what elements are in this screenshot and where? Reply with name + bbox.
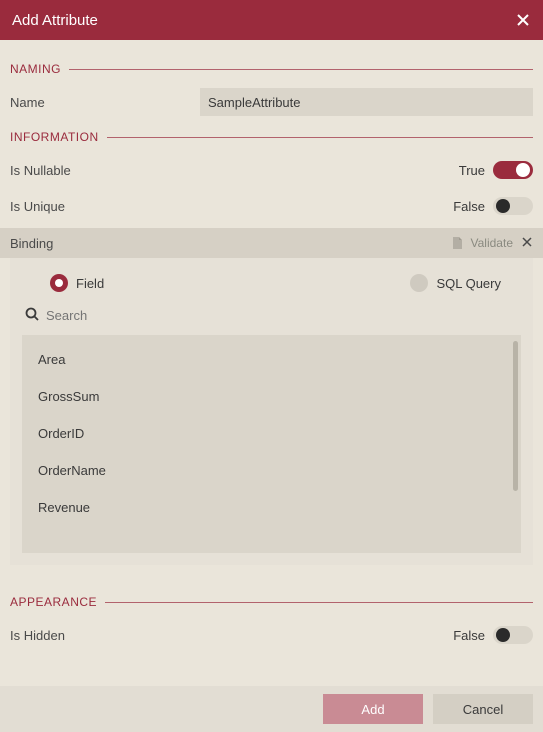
- name-label: Name: [10, 95, 200, 110]
- is-nullable-label: Is Nullable: [10, 163, 200, 178]
- radio-field[interactable]: Field: [50, 274, 104, 292]
- scrollbar[interactable]: [513, 341, 518, 491]
- document-icon: [451, 236, 463, 250]
- cancel-button[interactable]: Cancel: [433, 694, 533, 724]
- section-appearance: APPEARANCE: [10, 595, 533, 609]
- list-item[interactable]: GrossSum: [22, 378, 521, 415]
- radio-selected-icon: [50, 274, 68, 292]
- binding-close-icon[interactable]: [521, 236, 533, 251]
- name-input[interactable]: [200, 88, 533, 116]
- binding-header: Binding Validate: [0, 228, 543, 258]
- list-item[interactable]: Area: [22, 341, 521, 378]
- divider: [107, 137, 533, 138]
- is-unique-toggle[interactable]: [493, 197, 533, 215]
- section-naming: NAMING: [10, 62, 533, 76]
- divider: [105, 602, 533, 603]
- dialog-title: Add Attribute: [12, 12, 98, 29]
- dialog-header: Add Attribute: [0, 0, 543, 40]
- section-information-label: INFORMATION: [10, 130, 99, 144]
- divider: [69, 69, 533, 70]
- binding-type-row: Field SQL Query: [22, 274, 521, 292]
- is-nullable-toggle[interactable]: [493, 161, 533, 179]
- is-unique-label: Is Unique: [10, 199, 200, 214]
- binding-label: Binding: [10, 236, 53, 251]
- list-item[interactable]: Revenue: [22, 489, 521, 526]
- is-nullable-row: Is Nullable True: [10, 154, 533, 186]
- radio-sql-label: SQL Query: [436, 276, 501, 291]
- search-icon: [24, 306, 40, 325]
- is-hidden-value: False: [453, 628, 485, 643]
- validate-label[interactable]: Validate: [471, 236, 513, 250]
- binding-panel: Field SQL Query Area GrossSum OrderID Or…: [10, 258, 533, 565]
- close-icon[interactable]: [515, 12, 531, 28]
- section-appearance-label: APPEARANCE: [10, 595, 97, 609]
- is-nullable-value: True: [459, 163, 485, 178]
- dialog-body: NAMING Name INFORMATION Is Nullable True…: [0, 40, 543, 651]
- is-hidden-row: Is Hidden False: [10, 619, 533, 651]
- dialog-footer: Add Cancel: [0, 686, 543, 732]
- name-row: Name: [10, 86, 533, 118]
- section-information: INFORMATION: [10, 130, 533, 144]
- field-list: Area GrossSum OrderID OrderName Revenue: [22, 335, 521, 553]
- search-row: [22, 306, 521, 325]
- list-item[interactable]: OrderID: [22, 415, 521, 452]
- radio-sql[interactable]: SQL Query: [410, 274, 501, 292]
- is-unique-value: False: [453, 199, 485, 214]
- list-item[interactable]: OrderName: [22, 452, 521, 489]
- radio-unselected-icon: [410, 274, 428, 292]
- add-button[interactable]: Add: [323, 694, 423, 724]
- is-hidden-toggle[interactable]: [493, 626, 533, 644]
- is-hidden-label: Is Hidden: [10, 628, 200, 643]
- radio-field-label: Field: [76, 276, 104, 291]
- search-input[interactable]: [46, 308, 521, 323]
- is-unique-row: Is Unique False: [10, 190, 533, 222]
- section-naming-label: NAMING: [10, 62, 61, 76]
